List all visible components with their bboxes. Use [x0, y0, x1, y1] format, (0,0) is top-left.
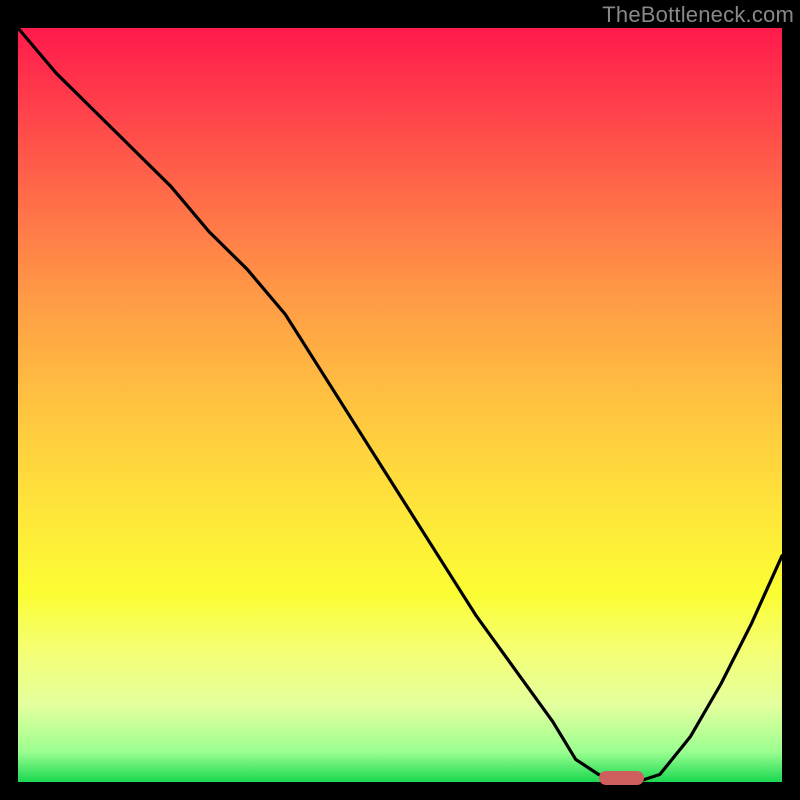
chart-svg — [18, 28, 782, 782]
optimal-region-marker — [599, 771, 645, 785]
watermark-text: TheBottleneck.com — [602, 2, 794, 28]
chart-container: TheBottleneck.com — [0, 0, 800, 800]
bottleneck-curve — [18, 28, 782, 782]
